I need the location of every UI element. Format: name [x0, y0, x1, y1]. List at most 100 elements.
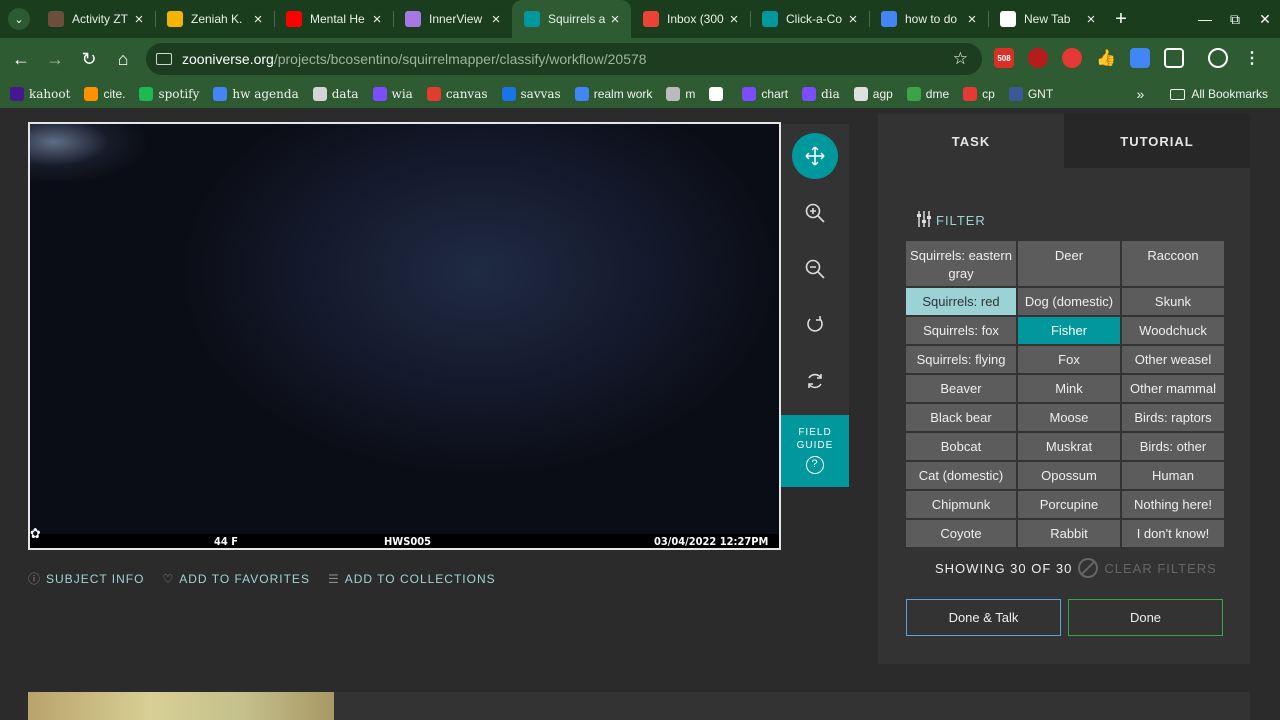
species-choice-button[interactable]: Rabbit: [1018, 520, 1120, 547]
species-choice-button[interactable]: Chipmunk: [906, 491, 1016, 518]
field-guide-button[interactable]: FIELD GUIDE ?: [781, 415, 849, 487]
bookmark-star-icon[interactable]: ☆: [953, 49, 968, 69]
browser-tab[interactable]: New Tab ×: [988, 0, 1107, 38]
bookmark-item[interactable]: cite.: [84, 87, 125, 101]
tab-close-icon[interactable]: ×: [131, 11, 147, 28]
species-choice-button[interactable]: Mink: [1018, 375, 1120, 402]
species-choice-button[interactable]: Bobcat: [906, 433, 1016, 460]
species-choice-button[interactable]: Dog (domestic): [1018, 288, 1120, 315]
new-tab-button[interactable]: +: [1107, 8, 1135, 31]
species-choice-button[interactable]: Muskrat: [1018, 433, 1120, 460]
extension-red-icon[interactable]: [1028, 48, 1048, 68]
species-choice-button[interactable]: Squirrels: fox: [906, 317, 1016, 344]
all-bookmarks-button[interactable]: All Bookmarks: [1191, 87, 1268, 101]
bookmark-item[interactable]: wia: [372, 87, 413, 101]
filter-button[interactable]: FILTER: [916, 210, 986, 231]
tab-close-icon[interactable]: ×: [1083, 11, 1099, 28]
bookmark-item[interactable]: cp: [963, 87, 995, 101]
done-and-talk-button[interactable]: Done & Talk: [906, 599, 1061, 636]
species-choice-button[interactable]: Birds: raptors: [1122, 404, 1224, 431]
browser-tab[interactable]: Click-a-Co ×: [750, 0, 869, 38]
done-button[interactable]: Done: [1068, 599, 1223, 636]
close-window-icon[interactable]: ✕: [1250, 11, 1280, 28]
bookmark-item[interactable]: data: [312, 87, 359, 101]
species-choice-button[interactable]: Squirrels: red: [906, 288, 1016, 315]
bookmark-item[interactable]: chart: [742, 87, 788, 101]
tab-close-icon[interactable]: ×: [607, 11, 623, 28]
bookmark-item[interactable]: kahoot: [10, 87, 70, 101]
bookmark-item[interactable]: realm work: [574, 87, 652, 101]
minimize-icon[interactable]: —: [1190, 11, 1220, 27]
bookmark-item[interactable]: m: [666, 87, 695, 101]
bookmark-item[interactable]: agp: [853, 87, 893, 101]
rotate-icon[interactable]: [792, 302, 838, 348]
browser-tab[interactable]: how to do ×: [869, 0, 988, 38]
tab-search-button[interactable]: ⌄: [8, 8, 30, 30]
tab-close-icon[interactable]: ×: [726, 11, 742, 28]
back-button[interactable]: ←: [4, 49, 38, 70]
extension-thumbs-icon[interactable]: 👍: [1096, 48, 1116, 68]
species-choice-button[interactable]: Skunk: [1122, 288, 1224, 315]
species-choice-button[interactable]: Deer: [1018, 241, 1120, 286]
species-choice-button[interactable]: Birds: other: [1122, 433, 1224, 460]
tab-close-icon[interactable]: ×: [250, 11, 266, 28]
bookmark-item[interactable]: savvas: [501, 87, 561, 101]
bookmark-item[interactable]: GNT: [1008, 87, 1053, 101]
zoom-in-icon[interactable]: [792, 190, 838, 236]
subject-image[interactable]: ✿ 44 F HWS005 03/04/2022 12:27PM: [28, 122, 781, 550]
species-choice-button[interactable]: Squirrels: flying: [906, 346, 1016, 373]
browser-tab[interactable]: Zeniah K. ×: [155, 0, 274, 38]
address-bar[interactable]: zooniverse.org/projects/bcosentino/squir…: [146, 43, 982, 75]
tab-close-icon[interactable]: ×: [488, 11, 504, 28]
browser-tab[interactable]: Squirrels a ×: [512, 0, 631, 38]
species-choice-button[interactable]: Coyote: [906, 520, 1016, 547]
extensions-puzzle-icon[interactable]: [1164, 48, 1184, 68]
forward-button[interactable]: →: [38, 49, 72, 70]
bookmark-item[interactable]: [709, 87, 728, 101]
species-choice-button[interactable]: Beaver: [906, 375, 1016, 402]
species-choice-button[interactable]: Fisher: [1018, 317, 1120, 344]
tab-close-icon[interactable]: ×: [964, 11, 980, 28]
browser-tab[interactable]: InnerView ×: [393, 0, 512, 38]
species-choice-button[interactable]: Woodchuck: [1122, 317, 1224, 344]
add-to-favorites-button[interactable]: ♡ ADD TO FAVORITES: [162, 570, 309, 587]
species-choice-button[interactable]: Porcupine: [1018, 491, 1120, 518]
menu-kebab-icon[interactable]: ⋮: [1242, 48, 1262, 68]
species-choice-button[interactable]: Moose: [1018, 404, 1120, 431]
species-choice-button[interactable]: Fox: [1018, 346, 1120, 373]
species-choice-button[interactable]: Black bear: [906, 404, 1016, 431]
browser-tab[interactable]: Inbox (300 ×: [631, 0, 750, 38]
browser-tab[interactable]: Mental He ×: [274, 0, 393, 38]
species-choice-button[interactable]: Squirrels: eastern gray: [906, 241, 1016, 286]
species-choice-button[interactable]: Raccoon: [1122, 241, 1224, 286]
bookmark-item[interactable]: canvas: [426, 87, 488, 101]
zoom-out-icon[interactable]: [792, 246, 838, 292]
tab-close-icon[interactable]: ×: [369, 11, 385, 28]
bookmark-item[interactable]: dme: [906, 87, 949, 101]
bookmark-item[interactable]: dia: [802, 87, 840, 101]
restore-icon[interactable]: ⧉: [1220, 11, 1250, 28]
extension-calendar-icon[interactable]: 508: [994, 48, 1014, 68]
more-bookmarks-chevron-icon[interactable]: »: [1137, 86, 1145, 102]
species-choice-button[interactable]: Other weasel: [1122, 346, 1224, 373]
tab-close-icon[interactable]: ×: [845, 11, 861, 28]
bookmark-item[interactable]: hw agenda: [213, 87, 299, 101]
clear-filters-button[interactable]: CLEAR FILTERS: [1078, 558, 1216, 578]
bookmark-item[interactable]: spotify: [139, 87, 199, 101]
reload-button[interactable]: ↻: [72, 49, 106, 70]
extension-target-icon[interactable]: [1062, 48, 1082, 68]
tab-task[interactable]: TASK: [878, 114, 1064, 168]
tab-tutorial[interactable]: TUTORIAL: [1064, 114, 1250, 168]
species-choice-button[interactable]: Other mammal: [1122, 375, 1224, 402]
species-choice-button[interactable]: Nothing here!: [1122, 491, 1224, 518]
sync-icon[interactable]: [1208, 48, 1228, 68]
move-icon[interactable]: [792, 133, 838, 179]
home-button[interactable]: ⌂: [106, 49, 140, 70]
add-to-collections-button[interactable]: ☰ ADD TO COLLECTIONS: [328, 570, 496, 587]
species-choice-button[interactable]: I don't know!: [1122, 520, 1224, 547]
subject-info-button[interactable]: ⓘ SUBJECT INFO: [28, 570, 144, 587]
site-info-icon[interactable]: [156, 53, 172, 65]
browser-tab[interactable]: Activity ZT ×: [36, 0, 155, 38]
reset-icon[interactable]: [792, 358, 838, 404]
species-choice-button[interactable]: Cat (domestic): [906, 462, 1016, 489]
